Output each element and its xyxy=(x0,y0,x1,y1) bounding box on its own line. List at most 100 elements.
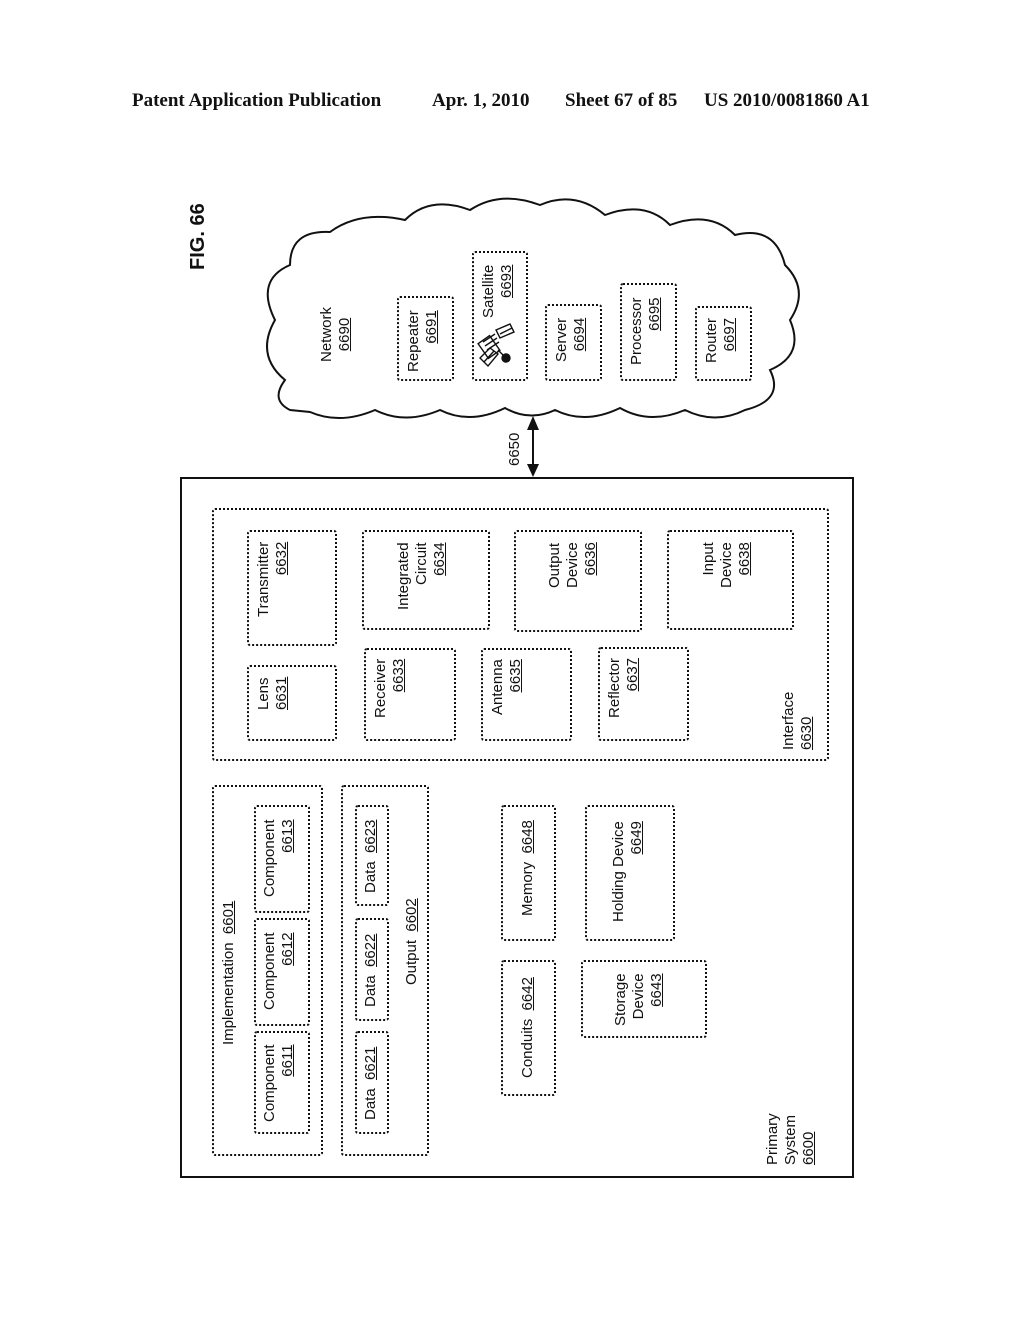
satellite-name: Satellite xyxy=(480,264,497,318)
input-device-line1: Input xyxy=(700,542,717,576)
reflector-name: Reflector xyxy=(606,657,623,718)
component-6613-name: Component xyxy=(261,819,278,897)
primary-system-label: Primary System 6600 xyxy=(764,1113,818,1165)
output-name: Output xyxy=(403,939,420,985)
data-6623-name: Data xyxy=(362,861,379,893)
output-title: Output 6602 xyxy=(403,898,421,985)
storage-device-line2: Device xyxy=(630,973,647,1020)
reflector-label: Reflector 6637 xyxy=(606,658,642,718)
transmitter-ref: 6632 xyxy=(273,541,290,576)
transmitter-label: Transmitter 6632 xyxy=(255,542,291,617)
network-name: Network xyxy=(318,306,335,362)
output-device-line1: Output xyxy=(546,542,563,588)
receiver-name: Receiver xyxy=(372,658,389,718)
data-6623-title: Data 6623 xyxy=(362,820,380,893)
storage-device-line1: Storage xyxy=(612,973,629,1026)
data-6621-ref: 6621 xyxy=(362,1046,379,1080)
data-6622-ref: 6622 xyxy=(362,933,379,967)
component-6612-ref: 6612 xyxy=(279,932,296,966)
component-6612-name: Component xyxy=(261,932,278,1010)
data-6622-label: Data 6622 xyxy=(362,934,380,1007)
output-device-ref: 6636 xyxy=(582,542,599,576)
processor-label: Processor 6695 xyxy=(628,297,664,365)
input-device-line2: Device xyxy=(718,542,735,588)
implementation-ref: 6601 xyxy=(220,900,237,935)
data-6621-title: Data 6621 xyxy=(362,1047,380,1120)
network-ref: 6690 xyxy=(336,317,353,352)
data-6621-name: Data xyxy=(362,1088,379,1120)
router-name: Router xyxy=(703,317,720,363)
component-6612-label: Component 6612 xyxy=(261,932,297,1010)
antenna-name: Antenna xyxy=(489,659,506,715)
lens-name: Lens xyxy=(255,677,272,710)
data-6621-label: Data 6621 xyxy=(362,1047,380,1120)
primary-system-ref: 6600 xyxy=(800,1131,817,1165)
repeater-name: Repeater xyxy=(405,310,422,372)
lens-label: Lens 6631 xyxy=(255,677,291,710)
processor-ref: 6695 xyxy=(646,297,663,331)
holding-device-name: Holding Device xyxy=(610,821,627,922)
integrated-circuit-ref: 6634 xyxy=(431,542,448,576)
repeater-label: Repeater 6691 xyxy=(405,310,441,372)
conduits-label: Conduits 6642 xyxy=(519,977,537,1078)
primary-system-line2: System xyxy=(782,1114,799,1165)
data-6622-name: Data xyxy=(362,975,379,1007)
implementation-title: Implementation 6601 xyxy=(220,901,238,1045)
interface-label: Interface 6630 xyxy=(780,692,816,750)
receiver-ref: 6633 xyxy=(390,658,407,693)
storage-device-ref: 6643 xyxy=(648,973,665,1007)
output-device-line2: Device xyxy=(564,542,581,588)
interface-ref: 6630 xyxy=(798,716,815,750)
router-ref: 6697 xyxy=(721,317,738,352)
arrow-head-up xyxy=(527,416,539,430)
network-label: Network 6690 xyxy=(318,307,354,362)
lens-ref: 6631 xyxy=(273,676,290,710)
conduits-name: Conduits xyxy=(519,1018,536,1078)
input-device-ref: 6638 xyxy=(736,542,753,576)
storage-device-label: Storage Device 6643 xyxy=(612,973,666,1026)
memory-title: Memory 6648 xyxy=(519,820,537,916)
repeater-ref: 6691 xyxy=(423,310,440,344)
conduits-ref: 6642 xyxy=(519,977,536,1011)
implementation-label: Implementation 6601 xyxy=(220,901,238,1045)
router-label: Router 6697 xyxy=(703,318,739,363)
output-device-label: Output Device 6636 xyxy=(546,542,600,588)
link-ref: 6650 xyxy=(506,432,523,466)
data-6622-title: Data 6622 xyxy=(362,934,380,1007)
transmitter-name: Transmitter xyxy=(255,541,272,617)
conduits-title: Conduits 6642 xyxy=(519,977,537,1078)
integrated-circuit-label: Integrated Circuit 6634 xyxy=(395,542,449,610)
data-6623-ref: 6623 xyxy=(362,819,379,853)
antenna-label: Antenna 6635 xyxy=(489,659,525,715)
receiver-label: Receiver 6633 xyxy=(372,659,408,718)
memory-label: Memory 6648 xyxy=(519,820,537,916)
interface-name: Interface xyxy=(780,691,797,750)
holding-device-label: Holding Device 6649 xyxy=(610,821,646,922)
output-label: Output 6602 xyxy=(403,898,421,985)
component-6611-label: Component 6611 xyxy=(261,1044,297,1122)
component-6611-name: Component xyxy=(261,1044,278,1122)
output-ref: 6602 xyxy=(403,898,420,932)
integrated-circuit-line1: Integrated xyxy=(395,542,412,610)
component-6613-label: Component 6613 xyxy=(261,819,297,897)
arrow-head-down xyxy=(527,464,539,477)
antenna-ref: 6635 xyxy=(507,659,524,693)
implementation-name: Implementation xyxy=(220,942,237,1045)
memory-name: Memory xyxy=(519,861,536,916)
component-6613-ref: 6613 xyxy=(279,819,296,853)
link-label: 6650 xyxy=(506,433,524,466)
holding-device-ref: 6649 xyxy=(628,821,645,855)
reflector-ref: 6637 xyxy=(624,657,641,692)
integrated-circuit-line2: Circuit xyxy=(413,542,430,585)
server-name: Server xyxy=(553,317,570,362)
server-label: Server 6694 xyxy=(553,318,589,362)
data-6623-label: Data 6623 xyxy=(362,820,380,893)
component-6611-ref: 6611 xyxy=(279,1044,296,1077)
input-device-label: Input Device 6638 xyxy=(700,542,754,588)
server-ref: 6694 xyxy=(571,317,588,352)
satellite-ref: 6693 xyxy=(498,264,515,298)
processor-name: Processor xyxy=(628,297,645,365)
primary-system-line1: Primary xyxy=(764,1113,781,1165)
satellite-label: Satellite 6693 xyxy=(480,265,516,318)
memory-ref: 6648 xyxy=(519,820,536,854)
